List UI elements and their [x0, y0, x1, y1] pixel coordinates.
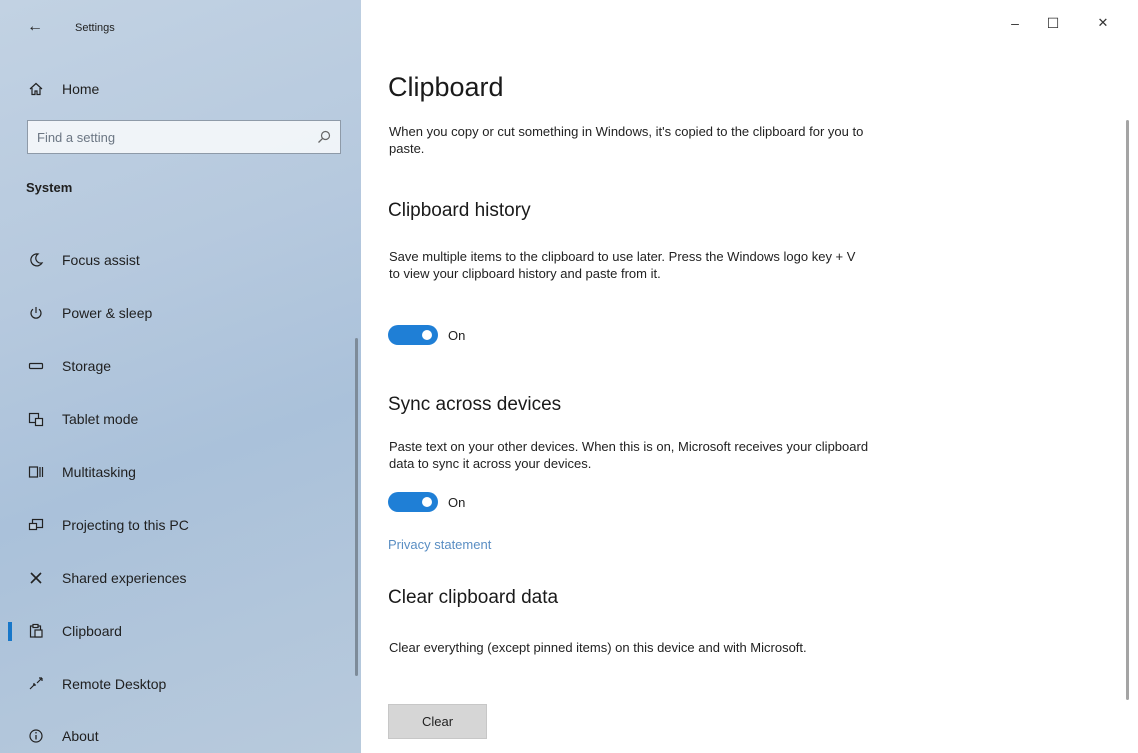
storage-icon: [26, 356, 46, 376]
sidebar-item-label: Storage: [62, 358, 112, 374]
clipboard-icon: [26, 621, 46, 641]
sidebar-item-power-sleep[interactable]: Power & sleep: [0, 293, 361, 333]
tablet-mode-icon: [26, 409, 46, 429]
search-box[interactable]: [27, 120, 341, 154]
sidebar-item-projecting[interactable]: Projecting to this PC: [0, 505, 361, 545]
search-icon[interactable]: [316, 129, 332, 145]
privacy-statement-link[interactable]: Privacy statement: [388, 537, 491, 552]
sync-heading: Sync across devices: [388, 394, 562, 415]
sync-toggle[interactable]: [388, 492, 438, 512]
intro-text: When you copy or cut something in Window…: [389, 124, 864, 156]
clipboard-history-toggle-label: On: [448, 327, 466, 343]
nav-home[interactable]: Home: [0, 74, 361, 104]
sidebar-item-label: About: [62, 728, 99, 744]
toggle-knob: [422, 497, 432, 507]
clear-clipboard-heading: Clear clipboard data: [388, 587, 559, 608]
sync-description: Paste text on your other devices. When t…: [389, 439, 869, 471]
nav-home-label: Home: [62, 81, 100, 97]
sidebar: ← Settings Home System Focus assist Powe…: [0, 0, 361, 753]
sidebar-item-focus-assist[interactable]: Focus assist: [0, 240, 361, 280]
sidebar-item-multitasking[interactable]: Multitasking: [0, 452, 361, 492]
main-content: Clipboard When you copy or cut something…: [361, 0, 1138, 753]
sync-toggle-label: On: [448, 494, 466, 510]
sidebar-item-shared-experiences[interactable]: Shared experiences: [0, 558, 361, 598]
clipboard-history-heading: Clipboard history: [388, 200, 531, 221]
sync-toggle-row: On: [388, 490, 465, 514]
sidebar-item-label: Focus assist: [62, 252, 140, 268]
sidebar-item-label: Power & sleep: [62, 305, 153, 321]
shared-experiences-icon: [26, 568, 46, 588]
sidebar-item-label: Multitasking: [62, 464, 136, 480]
sidebar-item-storage[interactable]: Storage: [0, 346, 361, 386]
multitasking-icon: [26, 462, 46, 482]
sidebar-item-label: Projecting to this PC: [62, 517, 189, 533]
power-icon: [26, 303, 46, 323]
moon-icon: [26, 250, 46, 270]
home-icon: [26, 79, 46, 99]
clear-button[interactable]: Clear: [388, 704, 487, 739]
app-title: Settings: [75, 22, 115, 34]
info-icon: [26, 726, 46, 746]
clipboard-history-toggle-row: On: [388, 323, 465, 347]
remote-desktop-icon: [26, 674, 46, 694]
sidebar-item-label: Shared experiences: [62, 570, 187, 586]
sidebar-item-tablet-mode[interactable]: Tablet mode: [0, 399, 361, 439]
back-arrow-icon[interactable]: ←: [22, 14, 48, 40]
sidebar-scrollbar[interactable]: [355, 338, 358, 676]
toggle-knob: [422, 330, 432, 340]
page-title: Clipboard: [388, 72, 504, 102]
sidebar-item-about[interactable]: About: [0, 716, 361, 753]
sidebar-item-label: Remote Desktop: [62, 676, 167, 692]
sidebar-item-label: Tablet mode: [62, 411, 139, 427]
projecting-icon: [26, 515, 46, 535]
clear-clipboard-description: Clear everything (except pinned items) o…: [389, 640, 807, 655]
clipboard-history-toggle[interactable]: [388, 325, 438, 345]
clipboard-history-description: Save multiple items to the clipboard to …: [389, 249, 856, 281]
main-scrollbar[interactable]: [1126, 120, 1129, 700]
search-input[interactable]: [28, 121, 307, 153]
sidebar-item-remote-desktop[interactable]: Remote Desktop: [0, 664, 361, 704]
section-title-system: System: [26, 180, 73, 195]
sidebar-item-clipboard[interactable]: Clipboard: [0, 611, 361, 651]
sidebar-item-label: Clipboard: [62, 623, 122, 639]
